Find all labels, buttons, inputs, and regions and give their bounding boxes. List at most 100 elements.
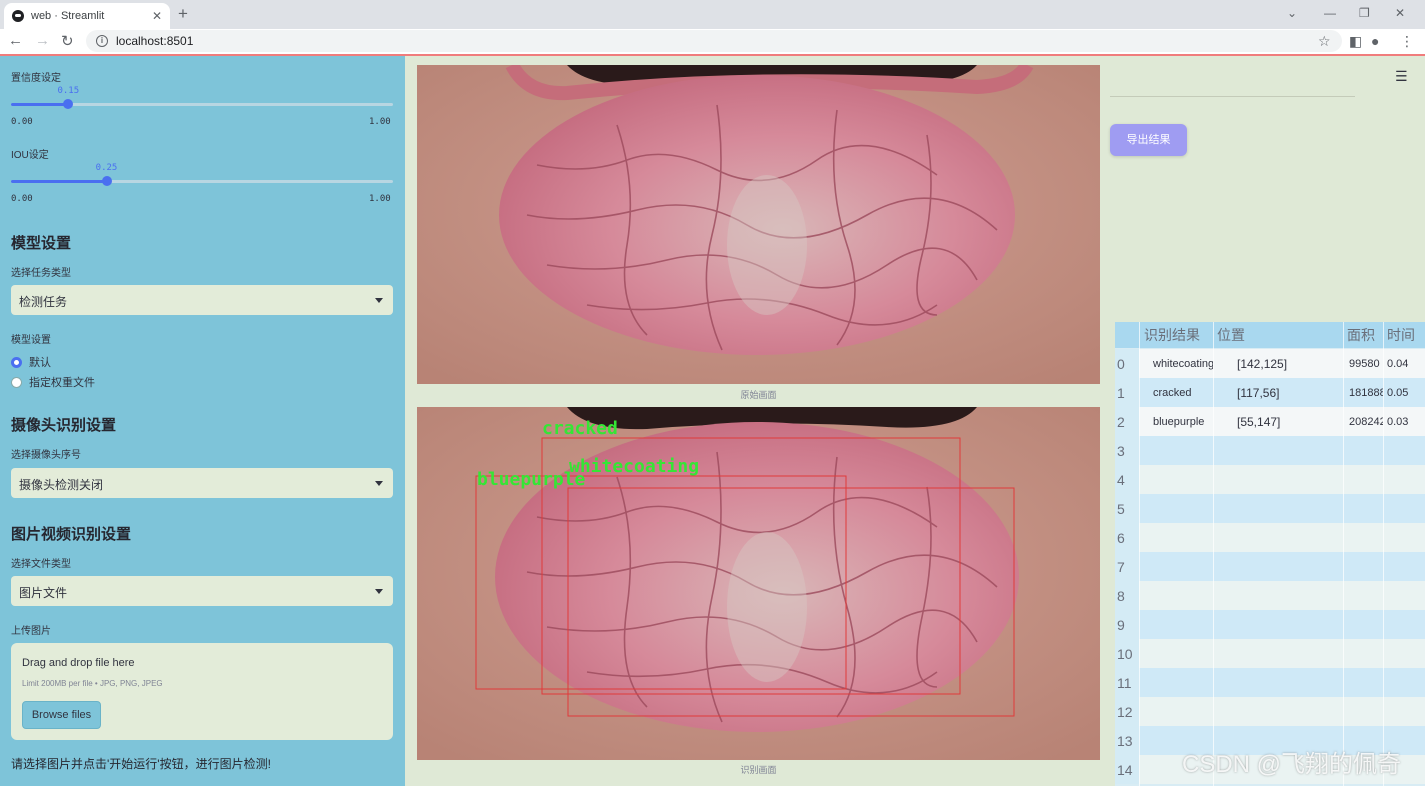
cell-position: [55,147] (1237, 414, 1281, 429)
task-type-select[interactable]: 检测任务 (11, 285, 393, 315)
row-index: 14 (1115, 755, 1139, 784)
chevron-down-icon (375, 298, 383, 303)
camera-select-value: 摄像头检测关闭 (19, 478, 104, 492)
header-position[interactable]: 位置 (1213, 322, 1343, 348)
file-dropzone[interactable]: Drag and drop file here Limit 200MB per … (11, 643, 393, 740)
label-bluepurple: bluepurple (477, 469, 586, 490)
iou-slider-fill (11, 180, 107, 183)
sidebar: 置信度设定 0.15 0.00 1.00 IOU设定 0.25 0.00 1.0… (0, 56, 405, 786)
row-index: 7 (1115, 552, 1139, 581)
camera-section-heading: 摄像头识别设置 (11, 417, 117, 434)
file-type-value: 图片文件 (19, 586, 68, 600)
table-row[interactable]: 3 (1115, 436, 1425, 465)
instruction-hint: 请选择图片并点击'开始运行'按钮，进行图片检测! (11, 757, 271, 771)
file-type-label: 选择文件类型 (11, 559, 71, 570)
row-index: 5 (1115, 494, 1139, 523)
back-arrow-icon[interactable]: ← (8, 32, 23, 49)
row-index: 11 (1115, 668, 1139, 697)
upload-label: 上传图片 (11, 626, 51, 637)
cell-position: [117,56] (1237, 385, 1280, 400)
column-divider (1383, 322, 1384, 786)
table-row[interactable]: 2 bluepurple [55,147] 208242 0.03 (1115, 407, 1425, 436)
table-row[interactable]: 8 (1115, 581, 1425, 610)
task-type-value: 检测任务 (19, 295, 68, 309)
minimize-icon[interactable]: — (1324, 6, 1336, 20)
task-type-label: 选择任务类型 (11, 268, 71, 279)
original-image (417, 65, 1100, 384)
original-caption: 原始画面 (740, 390, 777, 400)
bookmark-star-icon[interactable]: ☆ (1318, 33, 1331, 50)
table-row[interactable]: 0 whitecoating [142,125] 99580 0.04 (1115, 349, 1425, 378)
reload-icon[interactable]: ↻ (61, 32, 74, 50)
chevron-down-icon (375, 481, 383, 486)
cell-position: [142,125] (1237, 356, 1288, 371)
iou-slider-thumb[interactable] (101, 176, 112, 186)
table-row[interactable]: 9 (1115, 610, 1425, 639)
media-section-heading: 图片视频识别设置 (11, 526, 132, 543)
iou-slider[interactable]: 0.25 (11, 163, 393, 186)
side-panel-icon[interactable]: ◧ (1349, 33, 1362, 50)
table-row[interactable]: 4 (1115, 465, 1425, 494)
watermark: CSDN @飞翔的佩奇 (1182, 751, 1402, 778)
column-divider (1139, 322, 1140, 786)
header-result[interactable]: 识别结果 (1139, 322, 1213, 348)
tab-close-icon[interactable]: ✕ (152, 9, 162, 23)
conf-slider-fill (11, 103, 69, 106)
hamburger-menu-icon[interactable]: ☰ (1395, 68, 1408, 85)
table-row[interactable]: 7 (1115, 552, 1425, 581)
iou-max: 1.00 (369, 194, 391, 204)
site-info-icon[interactable]: i (96, 35, 108, 47)
radio-custom-weights-label: 指定权重文件 (29, 377, 95, 389)
conf-min: 0.00 (11, 117, 33, 127)
header-area[interactable]: 面积 (1343, 322, 1383, 348)
radio-default-label: 默认 (29, 357, 51, 369)
address-bar[interactable]: i localhost:8501 (86, 30, 1342, 52)
url-text: localhost:8501 (116, 34, 194, 48)
iou-label: IOU设定 (11, 150, 49, 161)
browser-titlebar: web · Streamlit ✕ + ⌄ — ❐ ✕ (0, 0, 1425, 29)
cell-result: bluepurple (1153, 415, 1205, 428)
camera-select[interactable]: 摄像头检测关闭 (11, 468, 393, 498)
dropzone-limit: Limit 200MB per file • JPG, PNG, JPEG (22, 679, 163, 688)
radio-unselected-icon (11, 376, 22, 388)
browser-tab[interactable]: web · Streamlit ✕ (4, 3, 170, 29)
chevron-down-icon (375, 589, 383, 594)
conf-slider[interactable]: 0.15 (11, 86, 393, 109)
row-index: 2 (1115, 407, 1139, 436)
table-row[interactable]: 12 (1115, 697, 1425, 726)
radio-custom-weights[interactable]: 指定权重文件 (11, 374, 95, 390)
tab-list-chevron-icon[interactable]: ⌄ (1287, 6, 1297, 20)
radio-default[interactable]: 默认 (11, 354, 51, 370)
row-index: 0 (1115, 349, 1139, 378)
index-header (1115, 322, 1139, 348)
table-row[interactable]: 5 (1115, 494, 1425, 523)
row-index: 4 (1115, 465, 1139, 494)
table-row[interactable]: 10 (1115, 639, 1425, 668)
divider (1110, 96, 1355, 97)
tab-title: web · Streamlit (31, 10, 105, 22)
export-results-button[interactable]: 导出结果 (1110, 124, 1187, 156)
table-row[interactable]: 1 cracked [117,56] 181888 0.05 (1115, 378, 1425, 407)
camera-index-label: 选择摄像头序号 (11, 450, 81, 461)
label-cracked: cracked (542, 418, 618, 439)
cell-time: 0.04 (1387, 357, 1409, 370)
file-type-select[interactable]: 图片文件 (11, 576, 393, 606)
table-row[interactable]: 6 (1115, 523, 1425, 552)
new-tab-icon[interactable]: + (178, 4, 188, 24)
conf-max: 1.00 (369, 117, 391, 127)
conf-slider-thumb[interactable] (63, 99, 74, 109)
browse-files-button[interactable]: Browse files (22, 701, 101, 729)
header-time[interactable]: 时间 (1383, 322, 1425, 348)
profile-avatar-icon[interactable]: ● (1371, 33, 1379, 49)
result-caption: 识别画面 (740, 765, 777, 775)
window-close-icon[interactable]: ✕ (1395, 6, 1405, 20)
browser-menu-icon[interactable]: ⋮ (1400, 33, 1414, 50)
table-row[interactable]: 11 (1115, 668, 1425, 697)
column-divider (1213, 322, 1214, 786)
conf-slider-value: 0.15 (57, 86, 80, 96)
row-index: 9 (1115, 610, 1139, 639)
forward-arrow-icon[interactable]: → (35, 32, 50, 49)
cell-area: 181888 (1349, 386, 1383, 399)
cell-time: 0.03 (1387, 415, 1409, 428)
restore-icon[interactable]: ❐ (1359, 6, 1370, 20)
